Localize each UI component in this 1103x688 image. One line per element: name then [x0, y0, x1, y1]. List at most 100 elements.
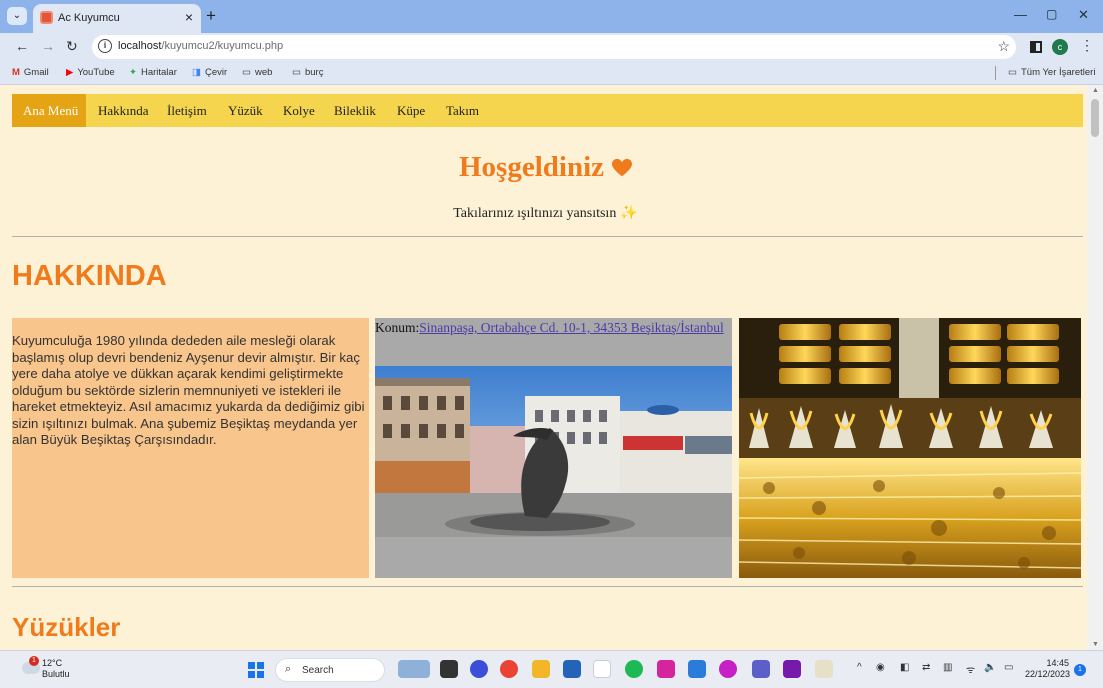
- search-icon: ⌕: [285, 663, 292, 675]
- bookmark-label: Gmail: [23, 67, 49, 78]
- volume-icon[interactable]: 🔈: [984, 662, 996, 673]
- onenote-icon[interactable]: [783, 660, 801, 678]
- clock[interactable]: 14:45 22/12/2023: [1025, 658, 1070, 680]
- tray-app-icon[interactable]: ◉: [876, 662, 885, 673]
- battery-icon[interactable]: ▭: [1004, 662, 1013, 673]
- reload-icon[interactable]: ↻: [66, 38, 78, 55]
- browser-tab[interactable]: Ac Kuyumcu ×: [33, 4, 201, 33]
- youtube-icon: ▶: [66, 67, 74, 78]
- wifi-icon[interactable]: ᯤ: [966, 662, 975, 676]
- tab-strip: ⌄ Ac Kuyumcu × + — ▢ ✕: [0, 0, 1103, 33]
- toolbar: ← → ↻ i localhost/kuyumcu2/kuyumcu.php ☆…: [0, 33, 1103, 61]
- spotify-icon[interactable]: [625, 660, 643, 678]
- tray-app-icon[interactable]: ⇄: [922, 662, 930, 673]
- main-menu: Ana Menü Hakkında İletişim Yüzük Kolye B…: [12, 94, 1083, 127]
- weather-condition: Bulutlu: [42, 669, 70, 679]
- address-bar[interactable]: i localhost/kuyumcu2/kuyumcu.php ☆: [92, 35, 1016, 59]
- todo-check-icon[interactable]: [688, 660, 706, 678]
- menu-item-bileklik[interactable]: Bileklik: [334, 103, 376, 119]
- location-link[interactable]: Sinanpaşa, Ortabahçe Cd. 10-1, 34353 Beş…: [419, 320, 723, 335]
- location-card: Konum:Sinanpaşa, Ortabahçe Cd. 10-1, 343…: [375, 318, 732, 578]
- tray-overflow-icon[interactable]: ^: [857, 662, 862, 673]
- folder-icon: ▭: [242, 67, 251, 78]
- menu-item-iletisim[interactable]: İletişim: [167, 103, 207, 119]
- menu-item-kupe[interactable]: Küpe: [397, 103, 425, 119]
- weather-widget[interactable]: 1 12°C Bulutlu: [22, 656, 82, 684]
- forward-arrow-icon[interactable]: →: [41, 38, 55, 54]
- taskbar-search[interactable]: ⌕ Search: [275, 658, 385, 682]
- bookmark-youtube[interactable]: ▶ YouTube: [66, 67, 115, 78]
- all-bookmarks-folder[interactable]: ▭ Tüm Yer İşaretleri: [1008, 67, 1095, 78]
- app-circle-icon[interactable]: [719, 660, 737, 678]
- bookmark-gmail[interactable]: M Gmail: [12, 67, 49, 78]
- teams-icon[interactable]: [752, 660, 770, 678]
- menu-item-kolye[interactable]: Kolye: [283, 103, 315, 119]
- menu-item-ana-menu[interactable]: Ana Menü: [12, 94, 86, 127]
- bookmark-folder-web[interactable]: ▭ web: [242, 67, 272, 78]
- app-icon[interactable]: [593, 660, 611, 678]
- tray-app-icon[interactable]: ▥: [943, 662, 952, 673]
- task-view-icon[interactable]: [440, 660, 458, 678]
- tab-search-button[interactable]: ⌄: [7, 7, 27, 25]
- bookmark-label: web: [254, 67, 273, 78]
- bookmark-maps[interactable]: ✦ Haritalar: [129, 67, 177, 78]
- tray-app-icon[interactable]: ◧: [900, 662, 909, 673]
- close-window-button[interactable]: ✕: [1078, 7, 1089, 23]
- scroll-down-icon[interactable]: ▼: [1092, 641, 1099, 648]
- welcome-subtitle: Takılarınız ışıltınızı yansıtsın ✨: [0, 205, 1091, 222]
- bookmark-label: YouTube: [77, 67, 115, 78]
- jewelry-display-photo: [739, 318, 1081, 578]
- menu-item-yuzuk[interactable]: Yüzük: [228, 103, 263, 119]
- url-text[interactable]: localhost/kuyumcu2/kuyumcu.php: [118, 40, 283, 52]
- bookmark-label: Haritalar: [140, 67, 177, 78]
- location-label: Konum:: [375, 320, 420, 335]
- menu-kebab-icon[interactable]: ⋮: [1080, 37, 1094, 54]
- file-explorer-icon[interactable]: [532, 660, 550, 678]
- bookmark-label: Çevir: [204, 67, 228, 78]
- widget-landscape-icon[interactable]: [398, 660, 430, 678]
- profile-avatar[interactable]: c: [1052, 39, 1068, 55]
- rings-heading: Yüzükler: [12, 612, 121, 642]
- chat-icon[interactable]: [470, 660, 488, 678]
- about-text: Kuyumculuğa 1980 yılında dededen aile me…: [12, 318, 369, 578]
- back-arrow-icon[interactable]: ←: [15, 38, 29, 54]
- divider: [12, 236, 1083, 237]
- bookmarks-separator: [995, 66, 996, 80]
- windows-start-icon[interactable]: [248, 662, 264, 678]
- new-tab-button[interactable]: +: [206, 6, 216, 26]
- bookmark-label: burç: [304, 67, 324, 78]
- notification-badge[interactable]: 1: [1074, 664, 1086, 676]
- temperature: 12°C: [42, 658, 63, 668]
- restore-button[interactable]: ▢: [1046, 7, 1057, 21]
- folder-icon: ▭: [292, 67, 301, 78]
- page-scrollbar[interactable]: ▲ ▼: [1087, 85, 1103, 650]
- menu-item-hakkinda[interactable]: Hakkında: [98, 103, 149, 119]
- divider: [12, 586, 1083, 587]
- url-host: localhost: [118, 40, 162, 52]
- translate-icon: ◨: [192, 67, 201, 78]
- bookmark-folder-burc[interactable]: ▭ burç: [292, 67, 323, 78]
- menu-item-takim[interactable]: Takım: [446, 103, 479, 119]
- app-icon[interactable]: [815, 660, 833, 678]
- site-favicon-icon: [40, 11, 53, 24]
- scrollbar-thumb[interactable]: [1091, 99, 1099, 137]
- weather-text: 12°C Bulutlu: [42, 658, 70, 680]
- weather-badge: 1: [29, 656, 39, 666]
- welcome-heading: Hoşgeldiniz: [0, 151, 1091, 184]
- taskbar: 1 12°C Bulutlu ⌕ Search ^ ◉ ◧ ⇄ ▥ ᯤ 🔈 ▭ 1…: [0, 650, 1103, 688]
- site-info-icon[interactable]: i: [98, 39, 112, 53]
- scroll-up-icon[interactable]: ▲: [1092, 87, 1099, 94]
- store-icon[interactable]: [563, 660, 581, 678]
- bookmark-star-icon[interactable]: ☆: [997, 38, 1010, 55]
- bookmark-translate[interactable]: ◨ Çevir: [192, 67, 227, 78]
- bookmark-label: Tüm Yer İşaretleri: [1020, 67, 1096, 78]
- side-panel-icon[interactable]: [1030, 41, 1042, 53]
- besiktas-square-photo: [375, 366, 732, 537]
- close-tab-icon[interactable]: ×: [185, 9, 193, 25]
- chrome-icon[interactable]: [500, 660, 518, 678]
- tab-title: Ac Kuyumcu: [58, 12, 120, 24]
- instagram-icon[interactable]: [657, 660, 675, 678]
- folder-icon: ▭: [1008, 67, 1017, 78]
- minimize-button[interactable]: —: [1014, 7, 1027, 22]
- url-path: /kuyumcu2/kuyumcu.php: [161, 40, 284, 52]
